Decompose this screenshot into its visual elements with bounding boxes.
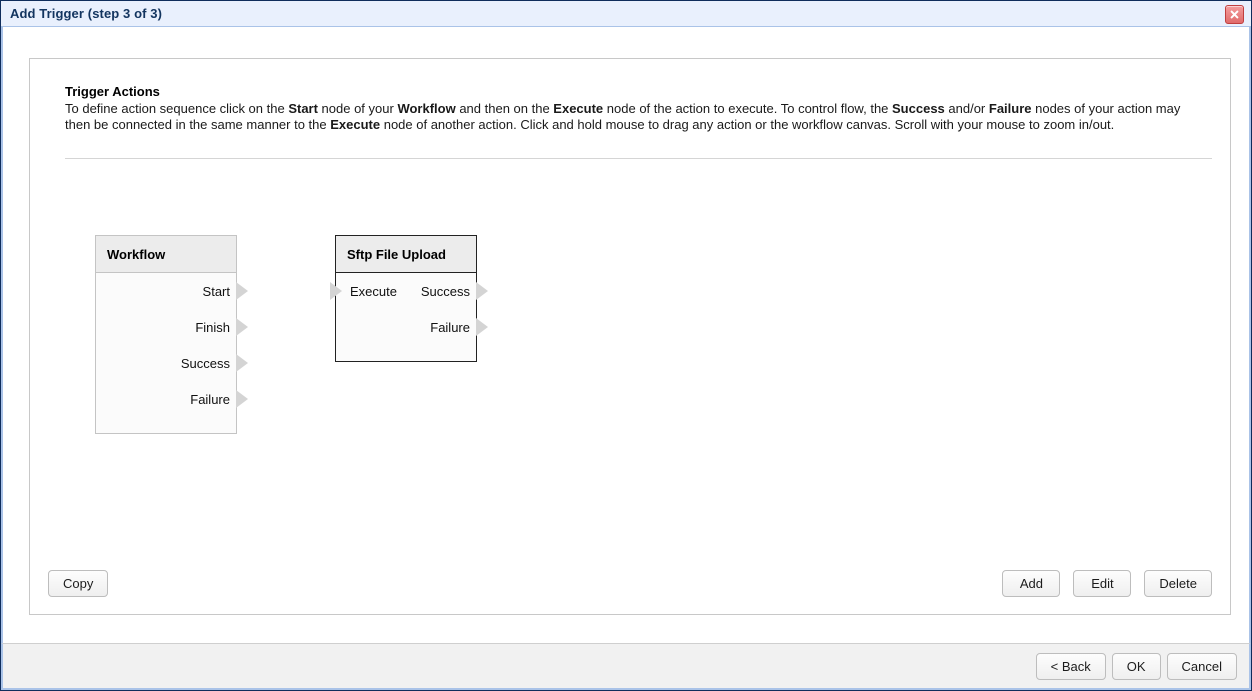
output-port-success[interactable]: Success bbox=[421, 284, 470, 299]
section-divider bbox=[65, 158, 1212, 159]
input-port-execute[interactable]: Execute bbox=[350, 284, 397, 299]
dialog-title: Add Trigger (step 3 of 3) bbox=[10, 6, 163, 21]
output-port-finish[interactable]: Finish bbox=[195, 320, 230, 335]
close-icon[interactable] bbox=[1225, 5, 1244, 24]
output-port-failure[interactable]: Failure bbox=[430, 320, 470, 335]
add-trigger-dialog: Add Trigger (step 3 of 3) Trigger Action… bbox=[0, 0, 1252, 691]
add-button[interactable]: Add bbox=[1002, 570, 1061, 597]
delete-button[interactable]: Delete bbox=[1144, 570, 1212, 597]
node-ports: Start Finish Success Failure bbox=[96, 273, 248, 433]
trigger-actions-panel: Trigger Actions To define action sequenc… bbox=[29, 58, 1231, 615]
port-row: Failure bbox=[96, 381, 248, 417]
dialog-titlebar: Add Trigger (step 3 of 3) bbox=[1, 1, 1251, 27]
node-title: Sftp File Upload bbox=[336, 236, 476, 273]
dialog-footer: < Back OK Cancel bbox=[1, 643, 1251, 690]
cancel-button[interactable]: Cancel bbox=[1166, 652, 1237, 680]
output-port-start[interactable]: Start bbox=[203, 284, 230, 299]
section-description: To define action sequence click on the S… bbox=[65, 101, 1181, 132]
output-port-success[interactable]: Success bbox=[181, 356, 230, 371]
edit-button[interactable]: Edit bbox=[1073, 570, 1132, 597]
port-row: Failure bbox=[336, 309, 488, 345]
node-title: Workflow bbox=[96, 236, 236, 273]
port-row: Start bbox=[96, 273, 248, 309]
port-triangle-icon[interactable] bbox=[236, 390, 248, 408]
back-button[interactable]: < Back bbox=[1035, 652, 1106, 680]
port-triangle-icon[interactable] bbox=[236, 354, 248, 372]
node-ports: Execute Success Failure bbox=[330, 273, 488, 361]
ok-button[interactable]: OK bbox=[1111, 652, 1161, 680]
node-sftp-file-upload[interactable]: Sftp File Upload Execute Success Failure bbox=[330, 235, 488, 362]
workflow-canvas[interactable]: Workflow Start Finish Success Failure Sftp Fi… bbox=[30, 164, 1230, 559]
port-row: Finish bbox=[96, 309, 248, 345]
port-triangle-icon[interactable] bbox=[236, 282, 248, 300]
section-title: Trigger Actions bbox=[65, 84, 160, 99]
panel-actions-right: Add Edit Delete bbox=[1002, 570, 1212, 597]
output-port-failure[interactable]: Failure bbox=[190, 392, 230, 407]
screen-root: Add Trigger (step 3 of 3) Trigger Action… bbox=[0, 0, 1252, 691]
port-row: Success bbox=[96, 345, 248, 381]
dialog-body: Trigger Actions To define action sequenc… bbox=[1, 27, 1251, 643]
port-triangle-icon[interactable] bbox=[476, 282, 488, 300]
node-workflow[interactable]: Workflow Start Finish Success Failure bbox=[95, 235, 248, 434]
copy-button[interactable]: Copy bbox=[48, 570, 109, 597]
port-row: Execute Success bbox=[330, 273, 488, 309]
port-triangle-icon[interactable] bbox=[330, 282, 342, 300]
port-triangle-icon[interactable] bbox=[476, 318, 488, 336]
panel-actions-left: Copy bbox=[48, 570, 109, 597]
port-triangle-icon[interactable] bbox=[236, 318, 248, 336]
